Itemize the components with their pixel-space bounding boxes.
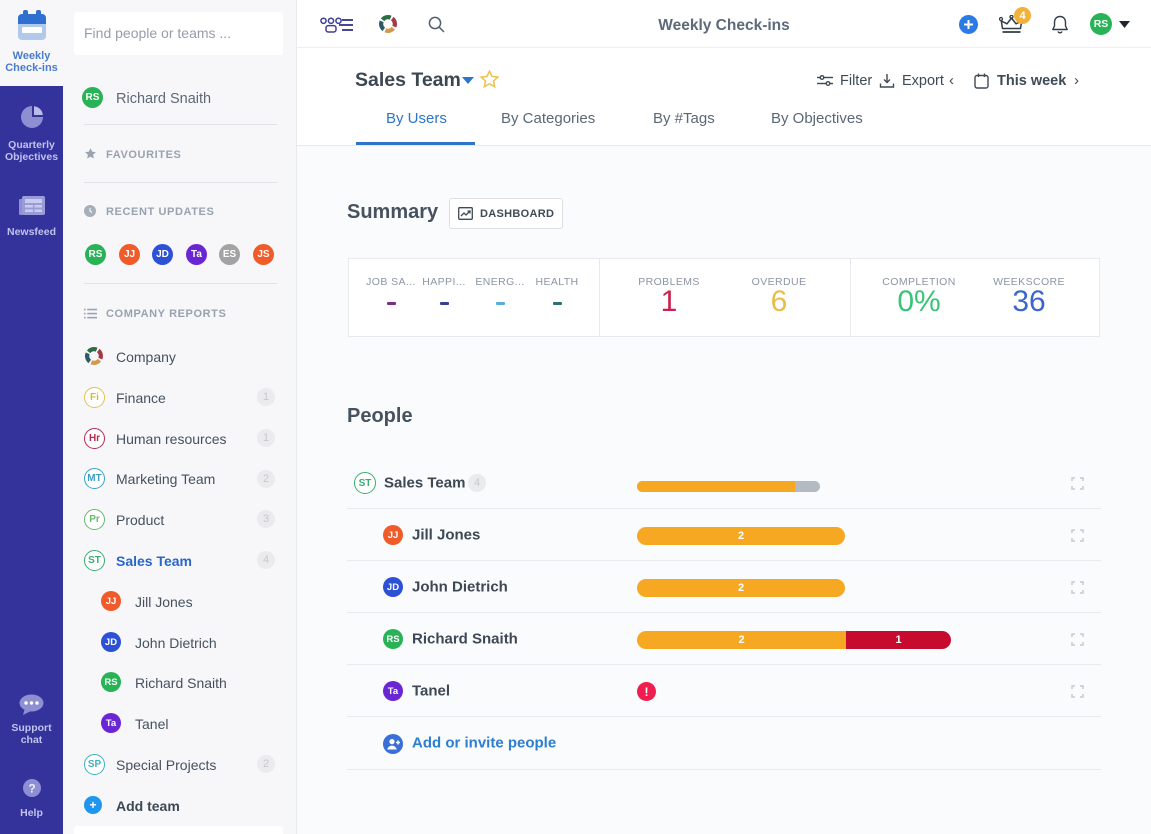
- svg-text:?: ?: [28, 782, 35, 796]
